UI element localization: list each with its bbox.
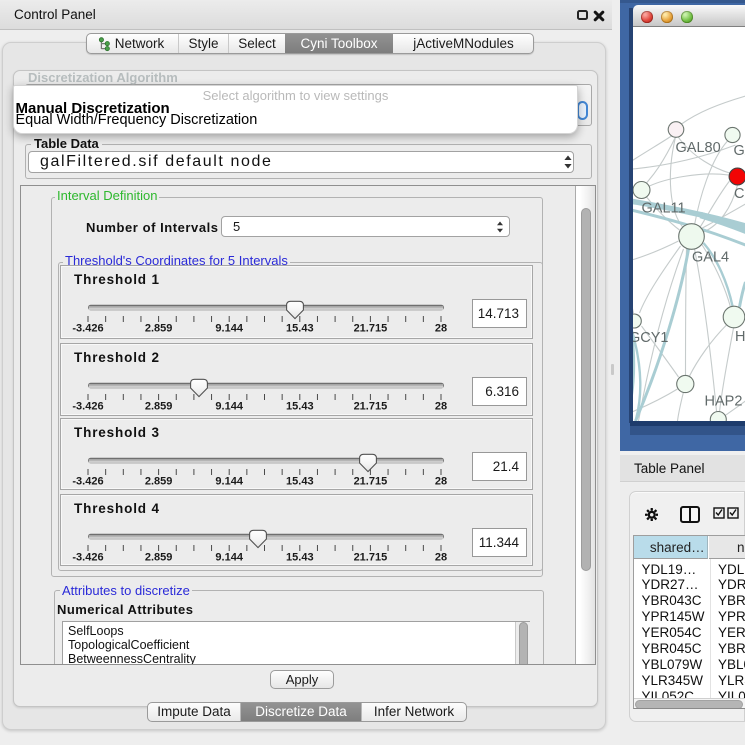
svg-text:9.144: 9.144 [215,323,243,335]
svg-text:21.715: 21.715 [354,476,388,488]
svg-text:9.144: 9.144 [215,552,243,564]
svg-text:GAL11: GAL11 [641,201,685,217]
svg-text:CY: CY [734,186,745,202]
svg-text:GAL80: GAL80 [675,140,720,156]
svg-text:HAP2: HAP2 [704,394,742,410]
svg-text:2.859: 2.859 [145,476,173,488]
svg-text:28: 28 [435,552,447,564]
svg-text:-3.426: -3.426 [72,401,103,413]
svg-text:GCY1: GCY1 [633,330,669,346]
svg-text:GAL4: GAL4 [692,250,729,266]
svg-text:-3.426: -3.426 [72,476,103,488]
svg-text:15.43: 15.43 [286,323,314,335]
svg-text:15.43: 15.43 [286,552,314,564]
svg-text:GA: GA [733,143,745,159]
svg-text:HAP: HAP [735,329,745,345]
svg-text:21.715: 21.715 [354,552,388,564]
svg-text:-3.426: -3.426 [72,552,103,564]
svg-text:15.43: 15.43 [286,476,314,488]
svg-text:28: 28 [435,476,447,488]
svg-text:9.144: 9.144 [215,476,243,488]
svg-text:2.859: 2.859 [145,323,173,335]
svg-text:21.715: 21.715 [354,323,388,335]
svg-text:21.715: 21.715 [354,401,388,413]
svg-text:2.859: 2.859 [145,401,173,413]
svg-text:-3.426: -3.426 [72,323,103,335]
svg-text:28: 28 [435,323,447,335]
svg-text:28: 28 [435,401,447,413]
svg-text:15.43: 15.43 [286,401,314,413]
svg-text:2.859: 2.859 [145,552,173,564]
svg-text:9.144: 9.144 [215,401,243,413]
